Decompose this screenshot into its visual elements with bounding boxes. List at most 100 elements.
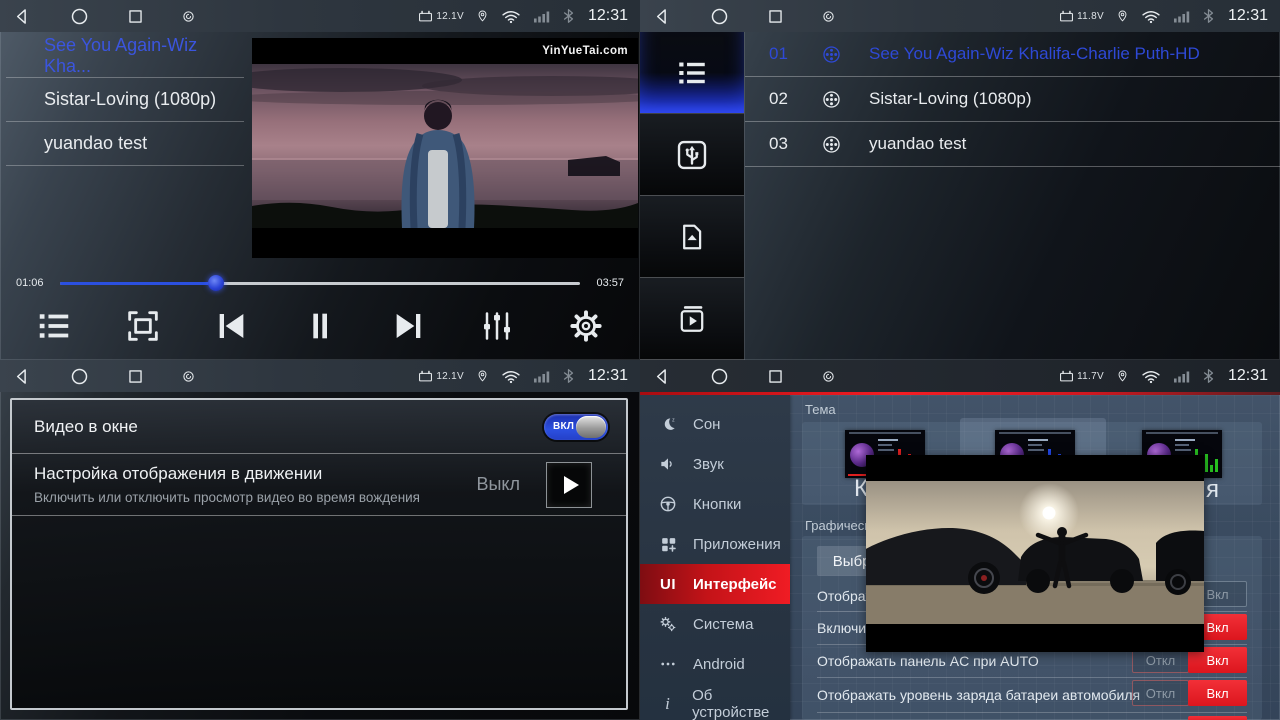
menu-item-sleep[interactable]: z Сон bbox=[640, 404, 790, 444]
next-button[interactable] bbox=[379, 306, 439, 346]
film-reel-icon bbox=[821, 134, 842, 155]
moon-icon: z bbox=[659, 415, 678, 434]
menu-item-android[interactable]: Android bbox=[640, 644, 790, 684]
back-icon[interactable] bbox=[652, 366, 673, 387]
info-icon: i bbox=[665, 694, 670, 714]
menu-label: Звук bbox=[693, 456, 724, 473]
video-library-icon bbox=[674, 301, 710, 337]
on-button[interactable]: Вкл bbox=[1188, 680, 1247, 706]
progress-track[interactable] bbox=[60, 282, 580, 285]
setting-title: Настройка отображения в движении bbox=[34, 464, 476, 484]
recents-icon[interactable] bbox=[766, 7, 785, 26]
sidebar-item-usb[interactable] bbox=[640, 114, 744, 196]
playlist-item[interactable]: yuandao test bbox=[6, 122, 244, 166]
toggle-knob[interactable] bbox=[576, 416, 606, 438]
recents-icon[interactable] bbox=[126, 7, 145, 26]
pause-button[interactable] bbox=[290, 306, 350, 346]
swirl-icon[interactable] bbox=[181, 369, 196, 384]
swirl-icon[interactable] bbox=[181, 9, 196, 24]
theme-name-partial: я bbox=[1206, 476, 1219, 504]
playlist-icon bbox=[35, 307, 73, 345]
swirl-icon[interactable] bbox=[821, 9, 836, 24]
menu-item-interface[interactable]: UI Интерфейс bbox=[640, 564, 790, 604]
sidebar-item-sd-card[interactable] bbox=[640, 196, 744, 278]
next-icon bbox=[389, 306, 429, 346]
settings-button[interactable] bbox=[556, 307, 616, 345]
voltage-label: 12.1V bbox=[436, 371, 464, 382]
video-frame-sunset bbox=[252, 64, 638, 228]
menu-label: Android bbox=[693, 656, 745, 673]
sidebar-item-playlist[interactable] bbox=[640, 32, 744, 114]
clock: 12:31 bbox=[588, 7, 628, 25]
file-row[interactable]: 02 Sistar-Loving (1080p) bbox=[745, 77, 1280, 122]
video-letterbox-top: YinYueTai.com bbox=[252, 38, 638, 64]
wifi-icon bbox=[501, 9, 521, 24]
row-number: 02 bbox=[769, 89, 821, 109]
overlay-letterbox-top bbox=[866, 455, 1204, 481]
menu-item-sound[interactable]: Звук bbox=[640, 444, 790, 484]
status-bar: 12.1V 12:31 bbox=[0, 0, 640, 32]
file-title: Sistar-Loving (1080p) bbox=[869, 89, 1032, 109]
back-icon[interactable] bbox=[652, 6, 673, 27]
playlist-button[interactable] bbox=[24, 307, 84, 345]
setting-row-label: Отображать панель AC при AUTO bbox=[817, 653, 1039, 669]
nav-buttons bbox=[652, 6, 836, 27]
menu-item-buttons[interactable]: Кнопки bbox=[640, 484, 790, 524]
status-bar: 12.1V 12:31 bbox=[0, 360, 640, 392]
back-icon[interactable] bbox=[12, 6, 33, 27]
menu-label: Интерфейс bbox=[693, 576, 777, 593]
motion-play-button[interactable] bbox=[546, 462, 592, 508]
gps-pin-icon bbox=[476, 8, 489, 24]
clock: 12:31 bbox=[588, 367, 628, 385]
setting-subtitle: Включить или отключить просмотр видео во… bbox=[34, 490, 476, 505]
four-screen-collage: 12.1V 12:31 See You Again-Wiz Kha... Sis… bbox=[0, 0, 1280, 720]
nav-buttons bbox=[12, 366, 196, 387]
sidebar-item-video-library[interactable] bbox=[640, 278, 744, 360]
menu-item-about[interactable]: i Об устройстве bbox=[640, 684, 790, 720]
status-bar: 11.8V 12:31 bbox=[640, 0, 1280, 32]
menu-item-system[interactable]: Система bbox=[640, 604, 790, 644]
floating-video-window[interactable] bbox=[866, 455, 1204, 652]
recents-icon[interactable] bbox=[126, 367, 145, 386]
recents-icon[interactable] bbox=[766, 367, 785, 386]
car-battery-icon bbox=[1058, 9, 1075, 24]
more-dots-icon bbox=[659, 655, 677, 673]
gps-pin-icon bbox=[1116, 368, 1129, 384]
fullscreen-button[interactable] bbox=[113, 306, 173, 346]
playlist-item[interactable]: See You Again-Wiz Kha... bbox=[6, 34, 244, 78]
menu-item-apps[interactable]: Приложения bbox=[640, 524, 790, 564]
swirl-icon[interactable] bbox=[821, 369, 836, 384]
car-battery-indicator: 12.1V bbox=[417, 369, 464, 384]
equalizer-button[interactable] bbox=[467, 306, 527, 346]
bluetooth-icon bbox=[1203, 8, 1214, 24]
bluetooth-icon bbox=[1203, 368, 1214, 384]
video-in-window-toggle[interactable]: ВКЛ bbox=[544, 414, 608, 440]
home-icon[interactable] bbox=[709, 366, 730, 387]
signal-icon bbox=[1173, 369, 1191, 383]
video-settings-screen: 12.1V 12:31 Видео в окне ВКЛ Настройка о… bbox=[0, 360, 640, 720]
wifi-icon bbox=[1141, 9, 1161, 24]
row-number: 03 bbox=[769, 134, 821, 154]
previous-button[interactable] bbox=[201, 306, 261, 346]
menu-label: Система bbox=[693, 616, 753, 633]
bluetooth-icon bbox=[563, 368, 574, 384]
voltage-label: 12.1V bbox=[436, 11, 464, 22]
file-row[interactable]: 03 yuandao test bbox=[745, 122, 1280, 167]
progress-thumb[interactable] bbox=[208, 275, 224, 291]
nav-buttons bbox=[652, 366, 836, 387]
back-icon[interactable] bbox=[12, 366, 33, 387]
partial-row-button[interactable] bbox=[1188, 716, 1247, 720]
playlist-item[interactable]: Sistar-Loving (1080p) bbox=[6, 78, 244, 122]
file-row[interactable]: 01 See You Again-Wiz Khalifa-Charlie Put… bbox=[745, 32, 1280, 77]
elapsed-time: 01:06 bbox=[16, 277, 50, 289]
video-window[interactable]: YinYueTai.com bbox=[252, 38, 638, 258]
motion-display-row[interactable]: Настройка отображения в движении Включит… bbox=[12, 454, 626, 516]
home-icon[interactable] bbox=[709, 6, 730, 27]
watermark: YinYueTai.com bbox=[542, 45, 628, 57]
video-in-window-row[interactable]: Видео в окне ВКЛ bbox=[12, 400, 626, 454]
off-button[interactable]: Откл bbox=[1132, 680, 1189, 706]
home-icon[interactable] bbox=[69, 6, 90, 27]
home-icon[interactable] bbox=[69, 366, 90, 387]
car-battery-icon bbox=[1058, 369, 1075, 384]
fullscreen-icon bbox=[123, 306, 163, 346]
